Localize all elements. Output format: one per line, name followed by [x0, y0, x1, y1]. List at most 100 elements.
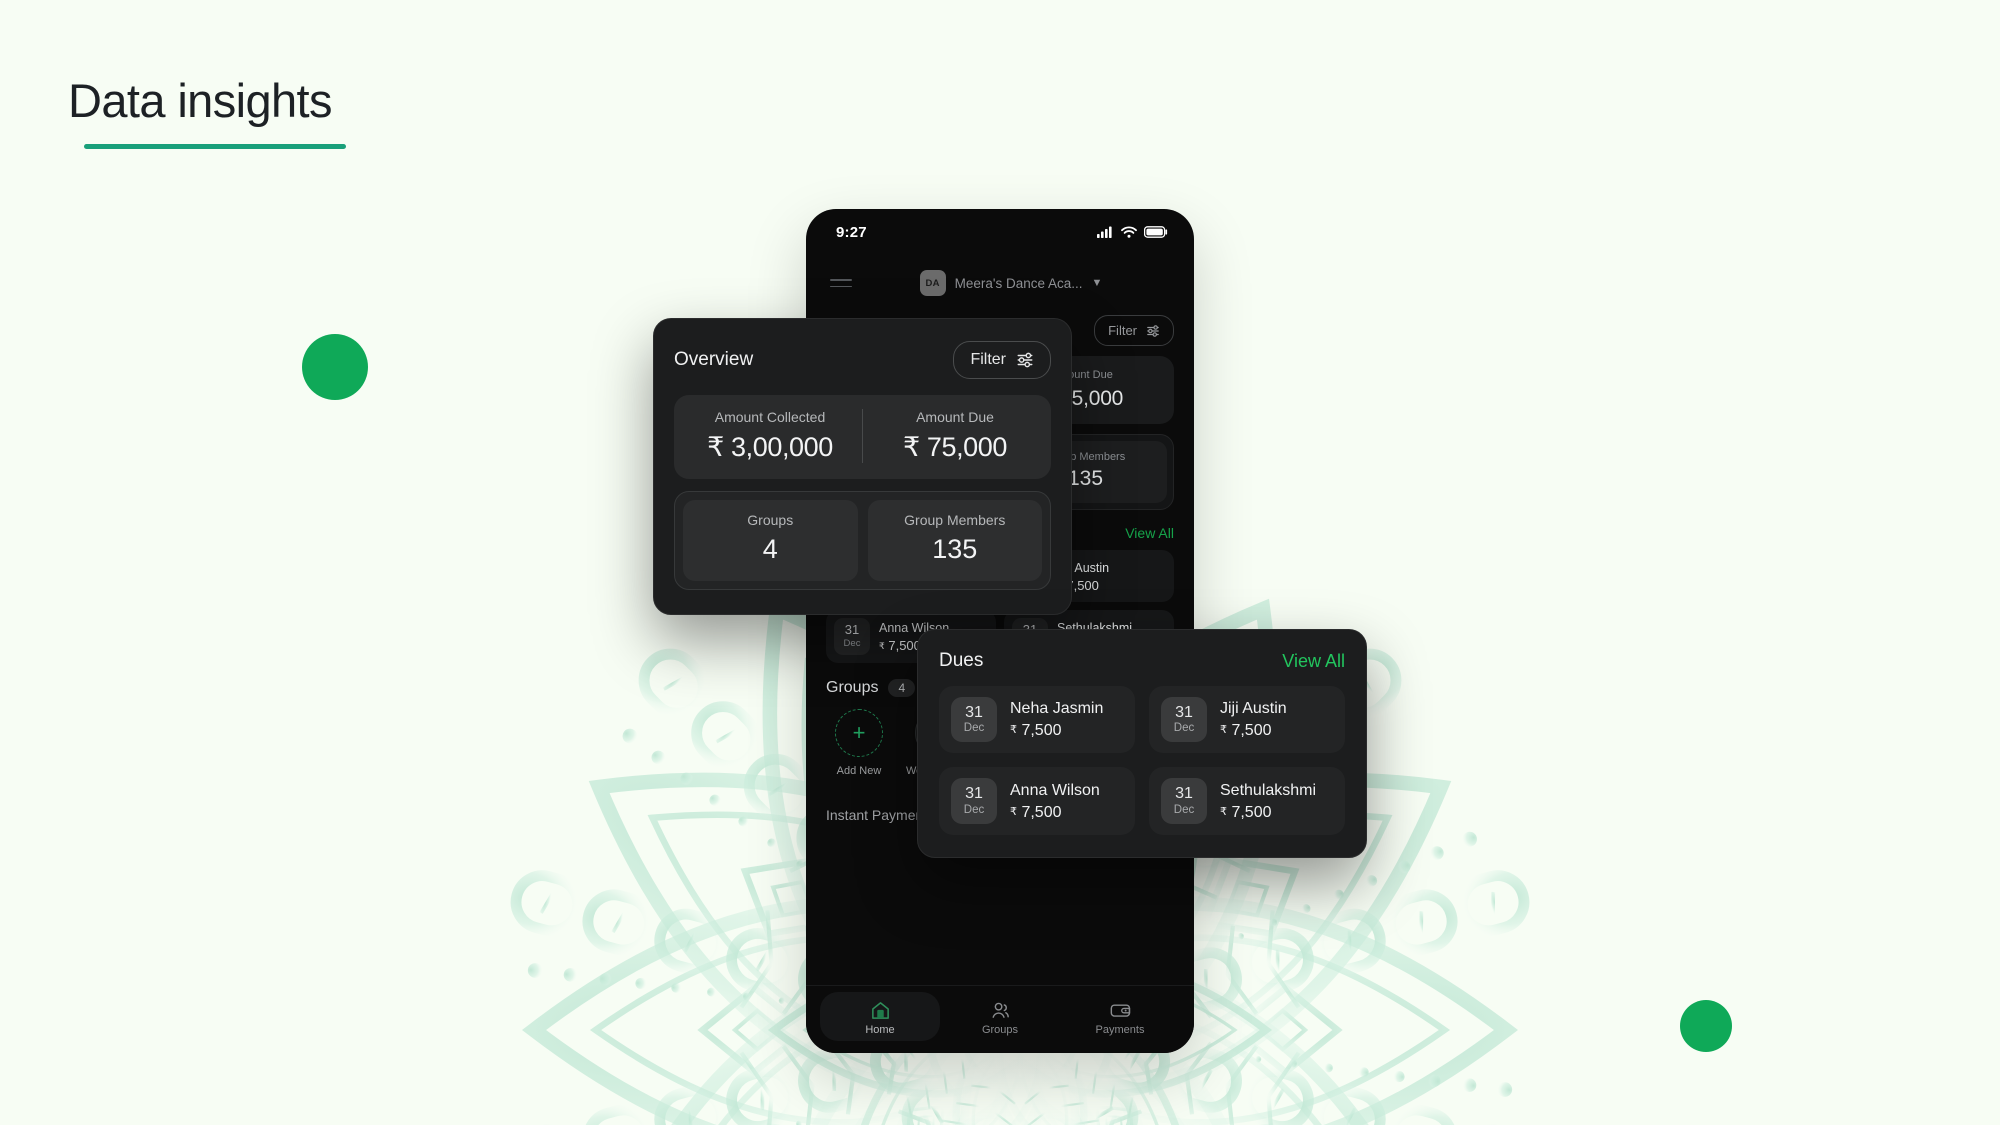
rupee-icon: ₹ — [1010, 724, 1017, 737]
overview-filter-label: Filter — [970, 351, 1006, 368]
overview-card-title: Overview — [674, 349, 754, 370]
date-badge: 31 Dec — [834, 618, 870, 655]
title-underline — [84, 144, 346, 150]
decorative-circle-right — [1680, 1000, 1732, 1052]
due-amount-value: 7,500 — [1021, 803, 1062, 821]
overview-stat-label: Amount Due — [916, 409, 994, 425]
date-badge: 31 Dec — [1161, 778, 1207, 824]
nav-item-groups[interactable]: Groups — [940, 992, 1060, 1041]
overview-stat-value: ₹ 3,00,000 — [707, 432, 833, 462]
bottom-nav: Home Groups Payments — [806, 985, 1194, 1053]
dues-card-header: Dues View All — [939, 650, 1345, 672]
status-icons — [1097, 226, 1168, 238]
nav-item-label: Payments — [1095, 1024, 1145, 1036]
group-name: Add New — [836, 764, 882, 777]
date-month: Dec — [1173, 722, 1195, 735]
page-title-block: Data insights — [68, 74, 346, 150]
org-switcher[interactable]: DA Meera's Dance Aca... ▼ — [919, 270, 1103, 296]
overview-filter-button[interactable]: Filter — [953, 341, 1051, 379]
rupee-icon: ₹ — [1220, 805, 1227, 818]
overview-counter-label: Group Members — [904, 512, 1006, 528]
due-details: Anna Wilson ₹ 7,500 — [1010, 781, 1100, 822]
overview-counter-groups: Groups 4 — [683, 500, 858, 581]
filter-button[interactable]: Filter — [1094, 315, 1174, 346]
table-row[interactable]: 31 Dec Sethulakshmi ₹ 7,500 — [1149, 767, 1345, 835]
date-month: Dec — [963, 722, 985, 735]
nav-item-payments[interactable]: Payments — [1060, 992, 1180, 1041]
overview-float-card: Overview Filter Amount Collected ₹ 3,00,… — [653, 318, 1072, 615]
date-day: 31 — [844, 622, 860, 638]
nav-item-label: Home — [865, 1024, 895, 1036]
date-month: Dec — [963, 803, 985, 816]
date-month: Dec — [1173, 803, 1195, 816]
due-name: Sethulakshmi — [1220, 781, 1317, 799]
overview-counter-value: 4 — [762, 534, 778, 564]
table-row[interactable]: 31 Dec Anna Wilson ₹ 7,500 — [939, 767, 1135, 835]
date-badge: 31 Dec — [951, 697, 997, 743]
due-name: Neha Jasmin — [1010, 700, 1104, 718]
rupee-icon: ₹ — [1220, 724, 1227, 737]
hamburger-icon[interactable] — [830, 278, 854, 288]
due-details: Jiji Austin ₹ 7,500 — [1220, 699, 1287, 740]
nav-item-home[interactable]: Home — [820, 992, 940, 1041]
date-day: 31 — [1175, 785, 1193, 803]
nav-item-label: Groups — [981, 1024, 1019, 1036]
decorative-circle-left — [302, 334, 368, 400]
date-day: 31 — [1175, 704, 1193, 721]
sliders-icon — [1147, 324, 1159, 337]
due-amount-value: 7,500 — [1021, 722, 1062, 740]
groups-count-badge: 4 — [888, 678, 916, 697]
plus-icon: + — [835, 708, 883, 757]
wifi-icon — [1121, 226, 1137, 238]
date-day: 31 — [965, 704, 983, 721]
group-add-new[interactable]: + Add New — [826, 708, 892, 777]
table-row[interactable]: 31 Dec Jiji Austin ₹ 7,500 — [1149, 686, 1345, 754]
overview-counter-label: Groups — [747, 512, 794, 528]
date-badge: 31 Dec — [951, 778, 997, 824]
due-name: Anna Wilson — [1010, 781, 1100, 799]
due-amount: ₹ 7,500 — [1010, 722, 1103, 740]
avatar: DA — [919, 270, 946, 296]
filter-button-label: Filter — [1108, 323, 1137, 338]
org-name: Meera's Dance Aca... — [954, 275, 1083, 291]
rupee-icon: ₹ — [1010, 805, 1017, 818]
battery-icon — [1144, 226, 1168, 238]
app-header: DA Meera's Dance Aca... ▼ — [806, 255, 1194, 311]
overview-counters-card: Groups 4 Group Members 135 — [674, 491, 1051, 590]
overview-amount-due: Amount Due ₹ 75,000 — [862, 409, 1047, 463]
people-icon — [940, 999, 1060, 1021]
dues-card-view-all-link[interactable]: View All — [1282, 651, 1345, 672]
due-details: Sethulakshmi ₹ 7,500 — [1220, 781, 1316, 822]
groups-label: Groups — [826, 678, 879, 696]
chevron-down-icon: ▼ — [1091, 276, 1103, 289]
due-name: Jiji Austin — [1220, 700, 1287, 718]
card-icon — [1060, 999, 1180, 1021]
dues-card-list: 31 Dec Neha Jasmin ₹ 7,500 31 Dec Jiji A… — [939, 686, 1345, 835]
page-title: Data insights — [68, 74, 333, 127]
date-month: Dec — [843, 637, 861, 649]
rupee-icon: ₹ — [879, 641, 885, 652]
due-amount: ₹ 7,500 — [1010, 804, 1100, 822]
status-bar: 9:27 — [806, 209, 1194, 255]
status-time: 9:27 — [836, 223, 867, 241]
due-amount: ₹ 7,500 — [1220, 804, 1316, 822]
overview-stat-label: Amount Collected — [714, 409, 826, 425]
date-day: 31 — [965, 785, 983, 803]
overview-amount-collected: Amount Collected ₹ 3,00,000 — [678, 409, 862, 463]
due-amount: ₹ 7,500 — [1220, 722, 1287, 740]
due-amount-value: 7,500 — [1231, 722, 1272, 740]
table-row[interactable]: 31 Dec Neha Jasmin ₹ 7,500 — [939, 686, 1135, 754]
overview-counter-value: 135 — [932, 534, 978, 564]
date-badge: 31 Dec — [1161, 697, 1207, 743]
overview-stat-value: ₹ 75,000 — [902, 432, 1008, 462]
signal-icon — [1097, 226, 1112, 238]
overview-counter-group-members: Group Members 135 — [867, 500, 1042, 581]
due-details: Neha Jasmin ₹ 7,500 — [1010, 699, 1103, 740]
dues-view-all-link[interactable]: View All — [1125, 525, 1174, 541]
dues-float-card: Dues View All 31 Dec Neha Jasmin ₹ 7,500… — [917, 629, 1367, 858]
dues-card-title: Dues — [939, 650, 984, 671]
sliders-icon — [1017, 352, 1033, 368]
home-icon — [820, 999, 940, 1021]
overview-card-header: Overview Filter — [674, 341, 1051, 379]
overview-amount-card: Amount Collected ₹ 3,00,000 Amount Due ₹… — [674, 395, 1051, 479]
